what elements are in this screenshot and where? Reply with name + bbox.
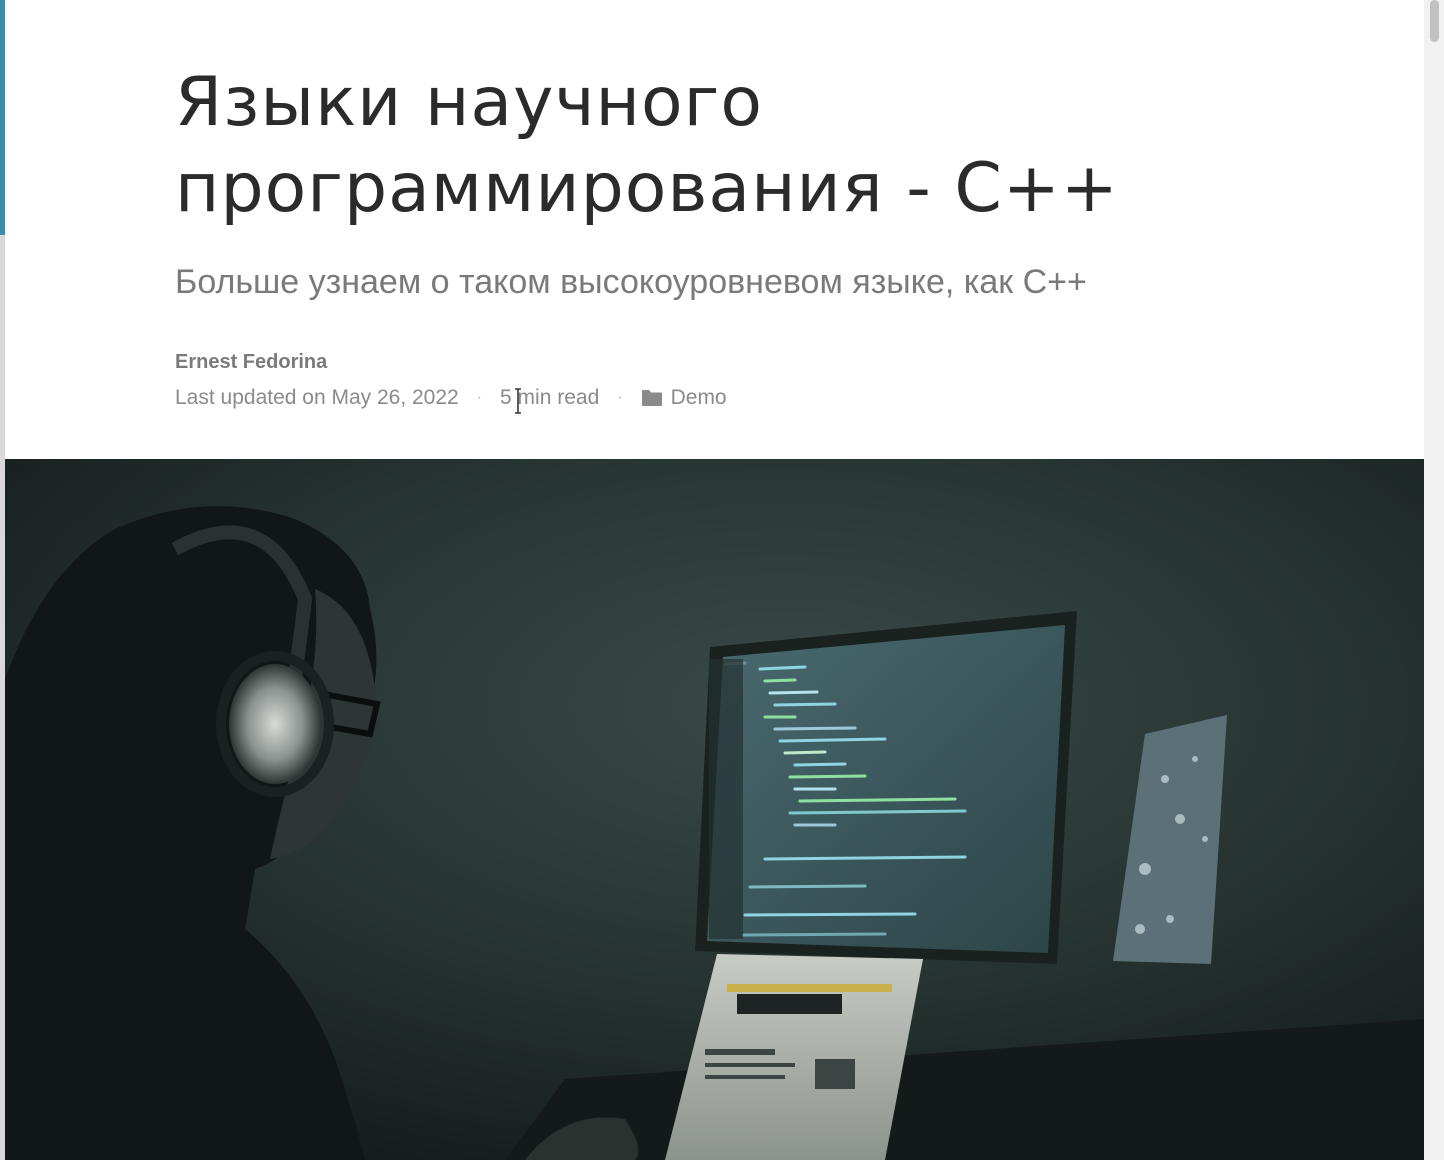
text-cursor-icon [515,388,521,414]
vertical-scrollbar[interactable] [1424,0,1444,1160]
scrollbar-thumb[interactable] [1430,0,1439,42]
category-label: Demo [670,386,727,409]
article-meta-line: Last updated on May 26, 2022 · 5 min rea… [175,384,1275,412]
meta-separator: · [617,389,623,406]
folder-icon [641,390,662,406]
last-updated-date: Last updated on May 26, 2022 [175,386,459,409]
article-meta: Ernest Fedorina Last updated on May 26, … [175,348,1275,412]
hero-image [5,459,1424,1160]
category-link[interactable]: Demo [641,384,727,412]
photo-person-at-computer-icon [5,459,1424,1160]
meta-separator: · [476,389,483,406]
article-header: Языки научного программирования - C++ Бо… [175,60,1275,412]
browser-viewport: Языки научного программирования - C++ Бо… [0,0,1444,1160]
article-subtitle: Больше узнаем о таком высокоуровневом яз… [175,263,1087,301]
author-name[interactable]: Ernest Fedorina [175,348,1275,376]
article-title: Языки научного программирования - C++ [175,63,1119,228]
